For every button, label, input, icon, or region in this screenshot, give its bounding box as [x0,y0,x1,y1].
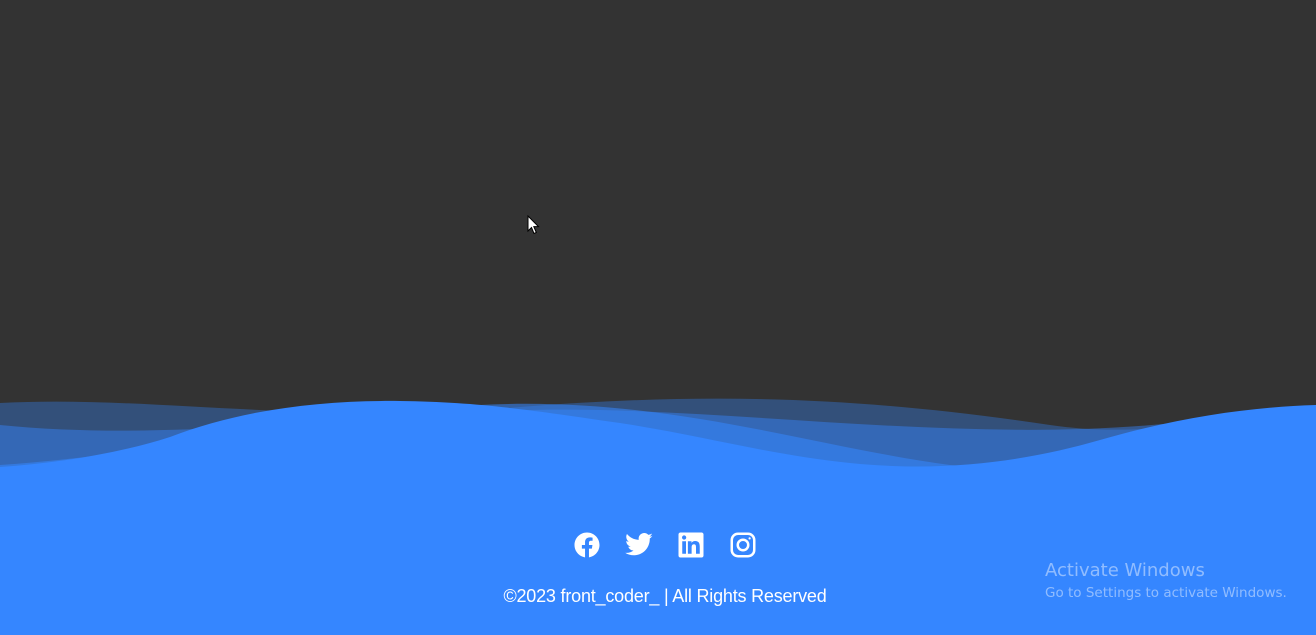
activate-windows-title: Activate Windows [1045,560,1205,581]
instagram-icon [730,532,756,558]
twitter-link[interactable] [624,530,654,564]
twitter-icon [625,533,653,556]
linkedin-icon [678,532,704,558]
instagram-link[interactable] [728,530,758,564]
page: ©2023 front_coder_ | All Rights Reserved… [0,0,1316,635]
mouse-cursor-icon [527,215,540,235]
social-icons [0,530,1316,564]
facebook-link[interactable] [572,530,602,564]
activate-windows-subtitle: Go to Settings to activate Windows. [1045,585,1287,601]
facebook-icon [574,532,600,558]
linkedin-link[interactable] [676,530,706,564]
windows-activation-watermark: Activate Windows Go to Settings to activ… [1045,560,1287,601]
